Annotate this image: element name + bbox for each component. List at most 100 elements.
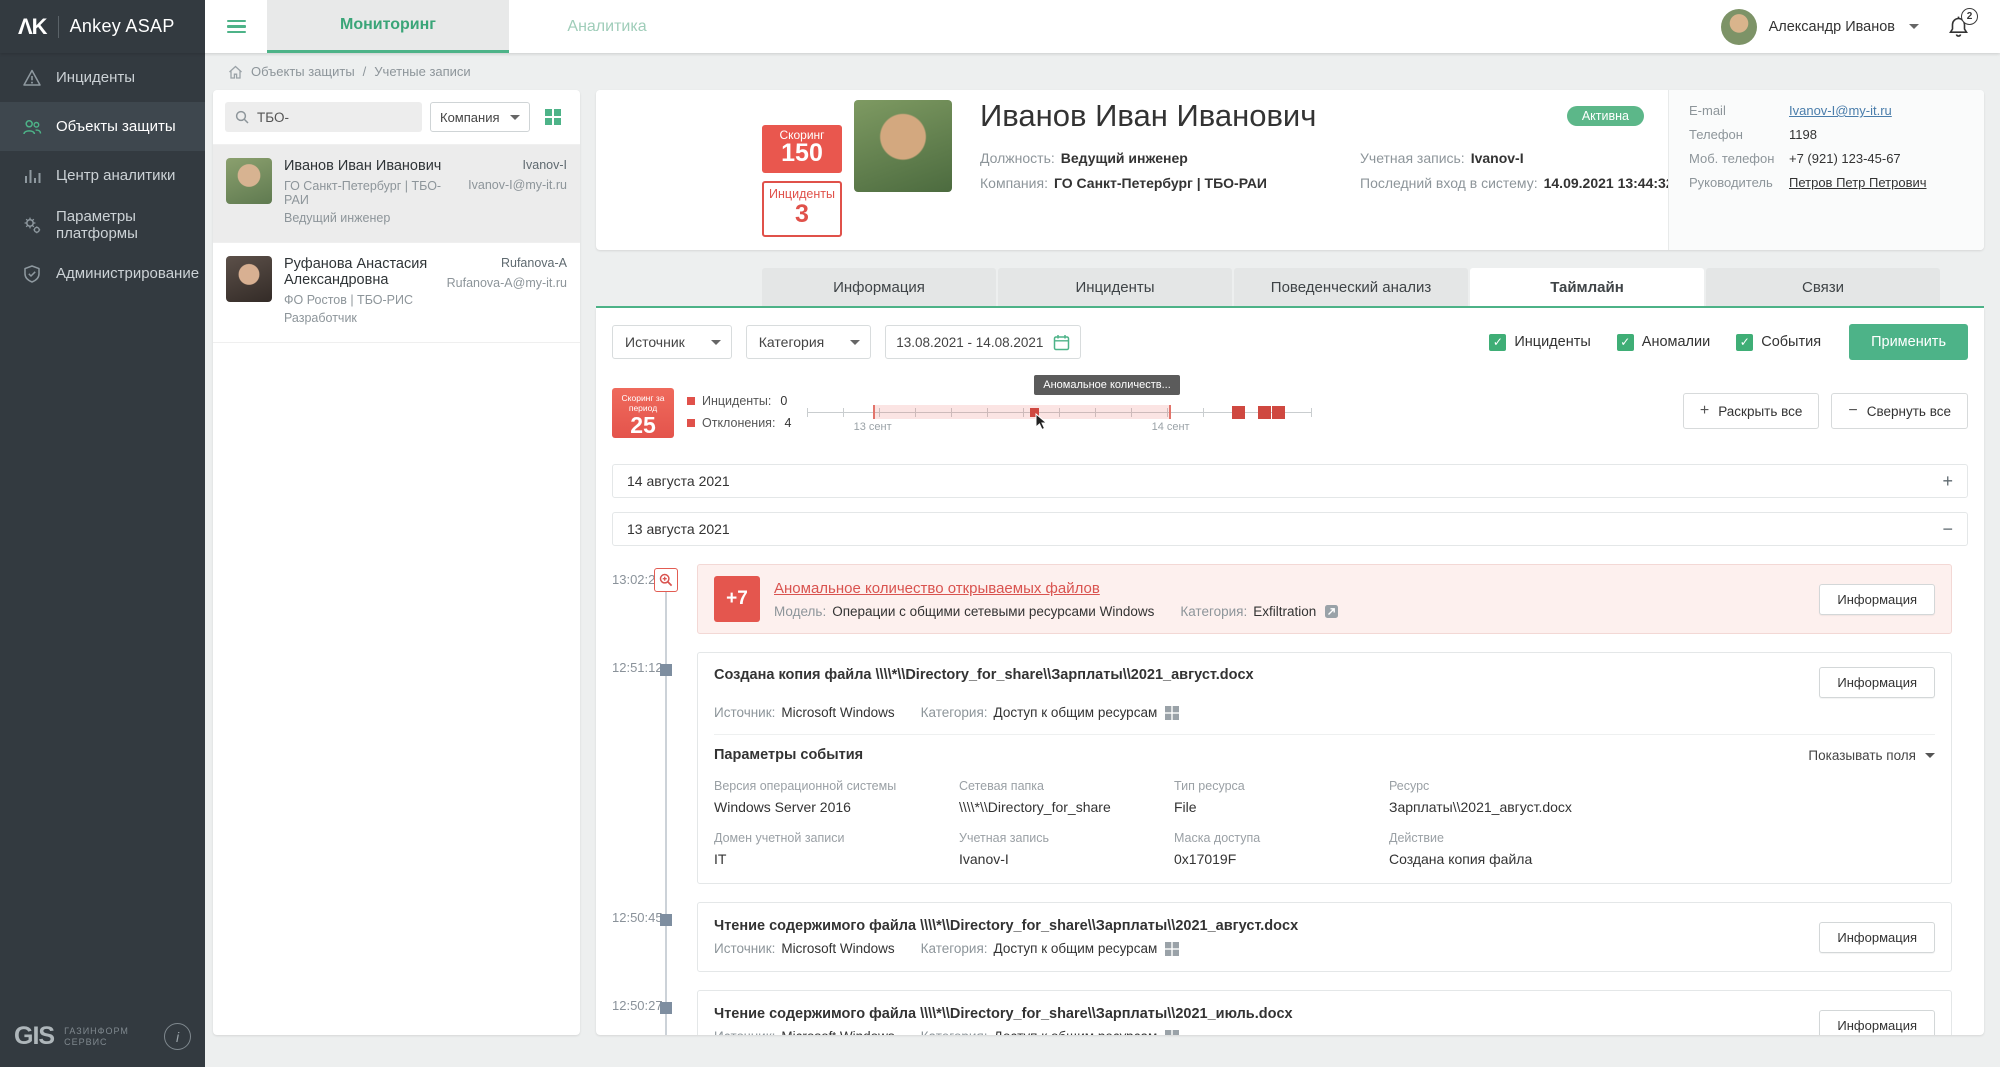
apply-button[interactable]: Применить: [1849, 324, 1968, 360]
zoom-in-icon[interactable]: [654, 568, 678, 592]
checkbox-checked-icon: [1617, 334, 1634, 351]
scoring-box: Скоринг 150: [762, 125, 842, 173]
search-input[interactable]: ТБО-: [225, 102, 422, 132]
search-value: ТБО-: [257, 110, 289, 125]
status-badge: Активна: [1567, 106, 1644, 126]
collapse-icon[interactable]: −: [1942, 519, 1953, 540]
tab-incidents[interactable]: Инциденты: [998, 268, 1232, 306]
timeline-event: 12:51:12 Создана копия файла \\\\*\\Dire…: [612, 652, 1968, 884]
event-title: Создана копия файла \\\\*\\Directory_for…: [714, 667, 1254, 683]
page-title: Иванов Иван Иванович: [980, 98, 1316, 134]
home-icon[interactable]: [228, 65, 243, 79]
sidebar-item-administration[interactable]: Администрирование: [0, 249, 205, 298]
sidebar-item-protected-objects[interactable]: Объекты защиты: [0, 102, 205, 151]
anomaly-period-band: [873, 405, 1171, 419]
shield-icon: [22, 264, 42, 284]
profile-tabs: Информация Инциденты Поведенческий анали…: [596, 268, 1984, 308]
sidebar-item-platform-settings[interactable]: Параметры платформы: [0, 200, 205, 249]
event-parameters-section: Параметры события Показывать поля: [714, 734, 1935, 867]
search-icon: [235, 110, 249, 124]
breadcrumb-separator: /: [363, 64, 367, 79]
checkbox-anomalies[interactable]: Аномалии: [1617, 334, 1710, 351]
info-button[interactable]: Информация: [1819, 667, 1935, 698]
anomaly-count-badge: +7: [714, 576, 760, 622]
period-legend: Инциденты: 0 Отклонения: 4: [687, 388, 791, 438]
period-summary: Скоринг за период 25 Инциденты: 0 Отклон…: [612, 388, 1968, 440]
source-select[interactable]: Источник: [612, 325, 732, 359]
event-field: Версия операционной системы Windows Serv…: [714, 779, 949, 815]
tab-relations[interactable]: Связи: [1706, 268, 1940, 306]
nav-tab-analytics[interactable]: Аналитика: [509, 0, 705, 53]
logo-divider: [58, 16, 59, 38]
contacts-panel: E-mailIvanov-I@my-it.ru Телефон1198 Моб.…: [1668, 90, 1984, 250]
breadcrumb: Объекты защиты / Учетные записи: [213, 53, 1984, 90]
timeline-marker[interactable]: [1258, 406, 1271, 419]
timeline-event: 12:50:27 Чтение содержимого файла \\\\*\…: [612, 990, 1968, 1035]
anomaly-title-link[interactable]: Аномальное количество открываемых файлов: [774, 580, 1339, 597]
checkbox-events[interactable]: События: [1736, 334, 1821, 351]
info-button[interactable]: Информация: [1819, 922, 1935, 953]
tab-timeline[interactable]: Таймлайн: [1470, 268, 1704, 306]
chevron-down-icon[interactable]: [1909, 24, 1919, 29]
sidebar: Инциденты Объекты защиты Центр аналитики…: [0, 53, 205, 1067]
avatar: [226, 158, 272, 204]
period-scoring-box: Скоринг за период 25: [612, 388, 674, 438]
event-title: Чтение содержимого файла \\\\*\\Director…: [714, 918, 1298, 934]
profile-photo: [854, 100, 952, 192]
tab-information[interactable]: Информация: [762, 268, 996, 306]
main-panel: Скоринг 150 Инциденты 3 Иванов Иван Иван…: [596, 90, 1984, 1035]
menu-toggle-icon[interactable]: [205, 0, 267, 53]
email-link[interactable]: Ivanov-I@my-it.ru: [1789, 103, 1892, 118]
profile-header-card: Скоринг 150 Инциденты 3 Иванов Иван Иван…: [596, 90, 1984, 250]
day-group-13-aug[interactable]: 13 августа 2021 −: [612, 512, 1968, 546]
incidents-count-box: Инциденты 3: [762, 181, 842, 237]
accounts-list-panel: ТБО- Компания Ива: [213, 90, 580, 1035]
event-marker-icon: [660, 914, 672, 926]
plus-icon: +: [1700, 402, 1709, 420]
gears-icon: [22, 215, 42, 235]
info-button[interactable]: Информация: [1819, 1010, 1935, 1036]
show-fields-toggle[interactable]: Показывать поля: [1808, 748, 1935, 763]
account-list-item[interactable]: Руфанова Анастасия Александровна ФО Рост…: [213, 243, 580, 343]
tab-behavior-analysis[interactable]: Поведенческий анализ: [1234, 268, 1468, 306]
day-group-14-aug[interactable]: 14 августа 2021 +: [612, 464, 1968, 498]
app-name: Ankey ASAP: [70, 16, 175, 37]
checkbox-incidents[interactable]: Инциденты: [1489, 334, 1590, 351]
expand-all-button[interactable]: + Раскрыть все: [1683, 393, 1820, 429]
windows-icon: [1165, 706, 1179, 720]
sidebar-item-analytics-center[interactable]: Центр аналитики: [0, 151, 205, 200]
event-field: Ресурс Зарплаты\\2021_август.docx: [1389, 779, 1935, 815]
event-marker-icon: [660, 664, 672, 676]
chevron-down-icon: [510, 115, 520, 120]
timeline-marker[interactable]: [1232, 406, 1245, 419]
category-select[interactable]: Категория: [746, 325, 871, 359]
grid-view-icon[interactable]: [538, 102, 568, 132]
timeline-event-anomaly: 13:02:20 +7: [612, 564, 1968, 634]
gis-logo-caption: ГАЗИНФОРМ СЕРВИС: [64, 1026, 129, 1048]
date-range-input[interactable]: 13.08.2021 - 14.08.2021: [885, 325, 1081, 359]
sidebar-item-incidents[interactable]: Инциденты: [0, 53, 205, 102]
event-title: Чтение содержимого файла \\\\*\\Director…: [714, 1006, 1293, 1022]
manager-link[interactable]: Петров Петр Петрович: [1789, 175, 1927, 190]
events-timeline: 13:02:20 +7: [612, 564, 1968, 1035]
info-icon[interactable]: i: [164, 1023, 191, 1050]
company-filter-select[interactable]: Компания: [430, 102, 530, 132]
timeline-tooltip: Аномальное количеств...: [1034, 375, 1180, 395]
timeline-marker[interactable]: [1272, 406, 1285, 419]
user-name[interactable]: Александр Иванов: [1769, 19, 1895, 35]
list-search-row: ТБО- Компания: [213, 90, 580, 145]
mini-timeline[interactable]: Аномальное количеств... 13 сент 14 сент: [807, 388, 1312, 440]
user-avatar[interactable]: [1721, 9, 1757, 45]
gis-logo: GIS: [14, 1022, 54, 1051]
notifications-bell[interactable]: 2: [1947, 15, 1970, 39]
account-list-item[interactable]: Иванов Иван Иванович ГО Санкт-Петербург …: [213, 145, 580, 243]
expand-icon[interactable]: +: [1942, 471, 1953, 492]
info-button[interactable]: Информация: [1819, 584, 1935, 615]
breadcrumb-root[interactable]: Объекты защиты: [251, 64, 355, 79]
logo-mark: ΛK: [18, 14, 47, 40]
nav-tab-monitoring[interactable]: Мониторинг: [267, 0, 509, 53]
users-icon: [22, 117, 42, 137]
collapse-all-button[interactable]: − Свернуть все: [1831, 393, 1968, 429]
windows-icon: [1165, 1030, 1179, 1036]
timeline-tab-content: Источник Категория 13.08.2021 - 14.08.20…: [596, 308, 1984, 1035]
